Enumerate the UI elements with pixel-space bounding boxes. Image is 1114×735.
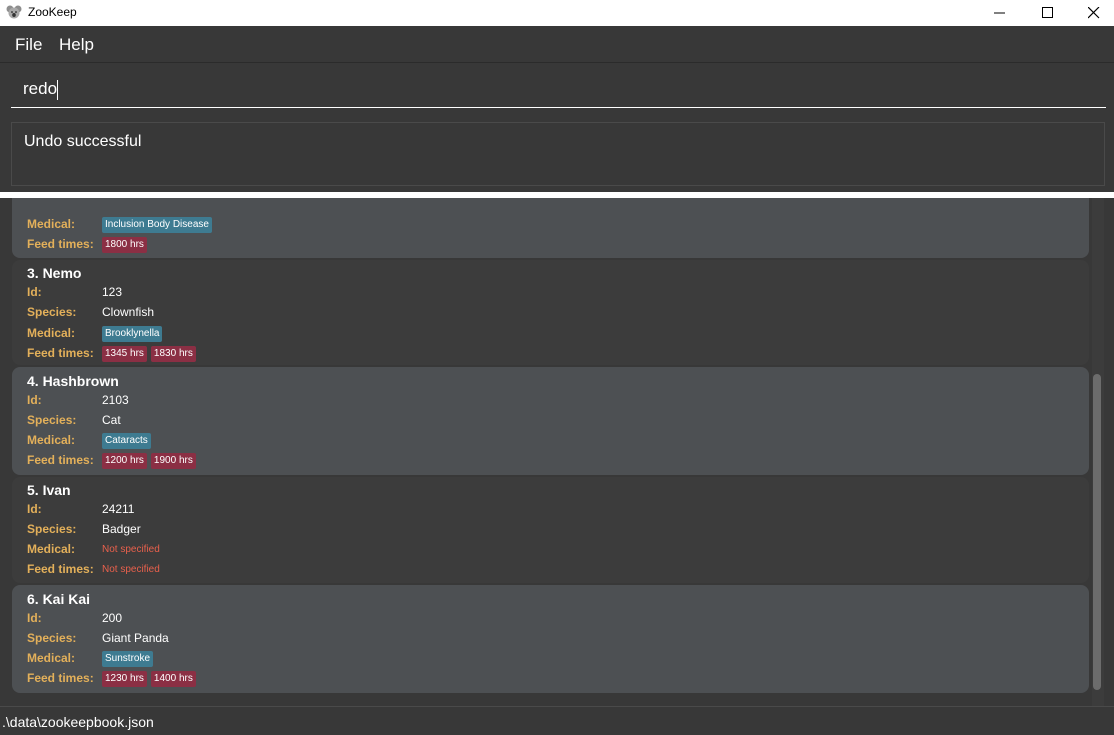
medical-row: Medical: Not specified: [27, 542, 1027, 560]
menu-help[interactable]: Help: [59, 35, 94, 55]
species-label: Species:: [27, 305, 77, 319]
feed-tag: 1200 hrs: [102, 453, 147, 469]
species-label: Species:: [27, 522, 77, 536]
id-row: Id: 24211: [27, 502, 1027, 520]
feed-tag: 1800 hrs: [102, 237, 147, 253]
species-row: Species: Badger: [27, 522, 1027, 540]
feed-row: Feed times: Not specified: [27, 562, 1027, 580]
maximize-icon: [1042, 7, 1053, 18]
id-label: Id:: [27, 393, 42, 407]
medical-tag: Cataracts: [102, 433, 151, 449]
feed-tag: 1345 hrs: [102, 346, 147, 362]
medical-tag: Brooklynella: [102, 326, 163, 342]
feed-tag: 1400 hrs: [150, 671, 196, 687]
title-bar: ZooKeep: [0, 0, 1114, 26]
id-value: 24211: [102, 502, 135, 516]
result-display: Undo successful: [11, 122, 1105, 186]
id-label: Id:: [27, 285, 42, 299]
animal-name: 4. Hashbrown: [27, 373, 119, 389]
medical-tag: Sunstroke: [102, 651, 154, 667]
id-value: 123: [102, 285, 123, 299]
feed-row: Feed times: 1345 hrs 1830 hrs: [27, 346, 1027, 364]
id-label: Id:: [27, 502, 42, 516]
feed-label: Feed times:: [27, 346, 94, 360]
close-button[interactable]: [1071, 0, 1114, 26]
species-value: Clownfish: [102, 305, 155, 319]
feed-label: Feed times:: [27, 671, 94, 685]
species-row: Species: Giant Panda: [27, 631, 1027, 649]
text-caret: [57, 80, 58, 100]
menu-file[interactable]: File: [15, 35, 42, 55]
animal-card[interactable]: 6. Kai Kai Id: 200 Species: Giant Panda …: [12, 585, 1089, 693]
id-row: Id: 200: [27, 611, 1027, 629]
minimize-icon: [994, 12, 1005, 14]
medical-label: Medical:: [27, 433, 76, 447]
feed-tag: 1230 hrs: [102, 671, 147, 687]
feed-tag: 1900 hrs: [150, 453, 196, 469]
medical-label: Medical:: [27, 217, 76, 231]
close-icon: [1088, 7, 1100, 19]
command-input[interactable]: [11, 70, 1106, 108]
animal-name: 5. Ivan: [27, 482, 71, 498]
medical-label: Medical:: [27, 542, 76, 556]
minimize-button[interactable]: [977, 0, 1023, 26]
animal-card[interactable]: 5. Ivan Id: 24211 Species: Badger Medica…: [12, 477, 1089, 583]
animal-list[interactable]: Medical: Inclusion Body Disease Feed tim…: [0, 198, 1114, 706]
command-box: [0, 64, 1114, 114]
feed-row: Feed times: 1230 hrs 1400 hrs: [27, 671, 1027, 689]
species-row: Species: Clownfish: [27, 305, 1027, 323]
feed-tag: 1830 hrs: [150, 346, 196, 362]
medical-not-specified: Not specified: [102, 544, 160, 555]
id-row: Id: 2103: [27, 393, 1027, 411]
result-text: Undo successful: [24, 133, 142, 150]
koala-icon: [6, 5, 22, 19]
species-value: Cat: [102, 413, 121, 427]
species-row: Species: Cat: [27, 413, 1027, 431]
feed-label: Feed times:: [27, 453, 94, 467]
status-bar: .\data\zookeepbook.json: [0, 706, 1114, 735]
medical-row: Medical: Sunstroke: [27, 651, 1027, 669]
id-row: Id: 123: [27, 285, 1027, 303]
medical-tag: Inclusion Body Disease: [102, 217, 212, 233]
species-value: Badger: [102, 522, 141, 536]
animal-card[interactable]: Medical: Inclusion Body Disease Feed tim…: [12, 198, 1089, 258]
feed-row: Feed times: 1800 hrs: [27, 237, 1027, 255]
feed-label: Feed times:: [27, 562, 94, 576]
id-value: 2103: [102, 393, 129, 407]
save-location: .\data\zookeepbook.json: [2, 714, 154, 730]
menu-bar: File Help: [0, 26, 1114, 63]
maximize-button[interactable]: [1025, 0, 1071, 26]
id-label: Id:: [27, 611, 42, 625]
feed-row: Feed times: 1200 hrs 1900 hrs: [27, 453, 1027, 471]
id-value: 200: [102, 611, 123, 625]
animal-card[interactable]: 4. Hashbrown Id: 2103 Species: Cat Medic…: [12, 367, 1089, 475]
medical-label: Medical:: [27, 326, 76, 340]
medical-row: Medical: Brooklynella: [27, 326, 1027, 344]
medical-label: Medical:: [27, 651, 76, 665]
medical-row: Medical: Inclusion Body Disease: [27, 217, 1027, 235]
animal-name: 3. Nemo: [27, 265, 82, 281]
species-label: Species:: [27, 631, 77, 645]
animal-card[interactable]: 3. Nemo Id: 123 Species: Clownfish Medic…: [12, 260, 1089, 365]
animal-name: 6. Kai Kai: [27, 591, 91, 607]
species-label: Species:: [27, 413, 77, 427]
window-title: ZooKeep: [28, 5, 77, 19]
feed-label: Feed times:: [27, 237, 94, 251]
medical-row: Medical: Cataracts: [27, 433, 1027, 451]
scrollbar-thumb[interactable]: [1093, 374, 1101, 690]
species-value: Giant Panda: [102, 631, 169, 645]
feed-not-specified: Not specified: [102, 564, 160, 575]
